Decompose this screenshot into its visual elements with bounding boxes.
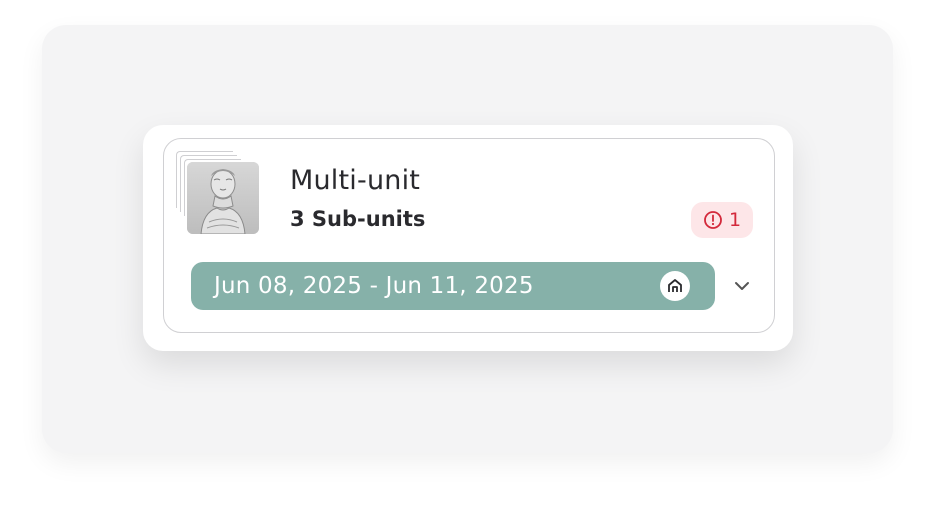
chevron-down-icon[interactable] xyxy=(730,274,754,298)
alert-count: 1 xyxy=(728,209,742,231)
thumbnail-stack xyxy=(176,151,262,237)
home-unit-icon xyxy=(660,271,690,301)
date-range-label: Jun 08, 2025 - Jun 11, 2025 xyxy=(214,273,534,299)
card-border: Multi-unit 3 Sub-units 1 Jun 08, 2025 - … xyxy=(163,138,775,333)
alert-circle-icon xyxy=(703,210,723,230)
date-range-pill[interactable]: Jun 08, 2025 - Jun 11, 2025 xyxy=(191,262,715,310)
property-thumbnail xyxy=(187,162,259,234)
alert-badge[interactable]: 1 xyxy=(691,202,753,238)
subunit-count: 3 Sub-units xyxy=(290,207,426,231)
multi-unit-card[interactable]: Multi-unit 3 Sub-units 1 Jun 08, 2025 - … xyxy=(143,125,793,351)
card-title: Multi-unit xyxy=(290,165,421,196)
background-panel: Multi-unit 3 Sub-units 1 Jun 08, 2025 - … xyxy=(42,25,893,453)
